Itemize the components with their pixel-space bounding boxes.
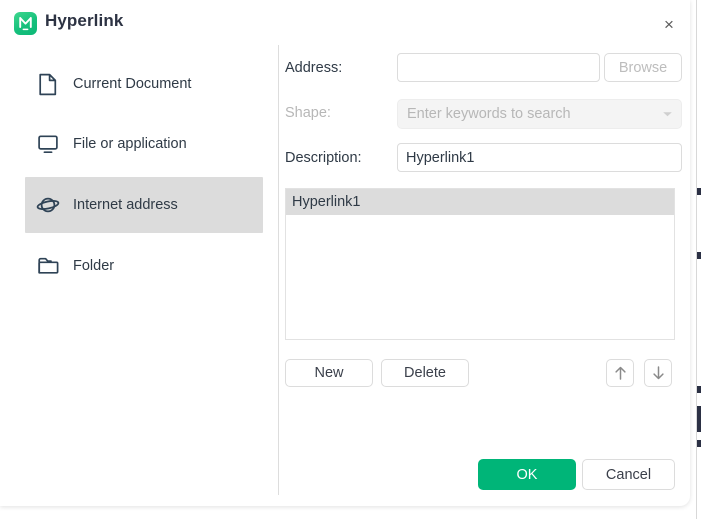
dialog-titlebar: Hyperlink × bbox=[0, 0, 690, 46]
sidebar-item-label: Folder bbox=[73, 258, 115, 274]
list-item-label: Hyperlink1 bbox=[292, 194, 361, 210]
description-label: Description: bbox=[285, 150, 362, 166]
shape-placeholder-text: Enter keywords to search bbox=[407, 106, 571, 122]
cancel-button[interactable]: Cancel bbox=[582, 459, 675, 490]
list-item[interactable]: Hyperlink1 bbox=[286, 189, 674, 215]
sidebar-item-file-or-application[interactable]: File or application bbox=[25, 116, 263, 172]
sidebar-item-internet-address[interactable]: Internet address bbox=[25, 177, 263, 233]
background-text-fragment bbox=[697, 252, 701, 259]
sidebar-item-folder[interactable]: Folder bbox=[25, 238, 263, 294]
sidebar-item-label: Current Document bbox=[73, 76, 192, 92]
sidebar-item-current-document[interactable]: Current Document bbox=[25, 56, 263, 112]
sidebar-item-label: Internet address bbox=[73, 197, 178, 213]
background-text-fragment bbox=[697, 440, 701, 447]
shape-label: Shape: bbox=[285, 105, 331, 121]
shape-combobox[interactable]: Enter keywords to search bbox=[397, 99, 682, 129]
delete-button[interactable]: Delete bbox=[381, 359, 469, 387]
monitor-icon bbox=[35, 133, 61, 155]
document-icon bbox=[35, 73, 61, 96]
move-down-button[interactable] bbox=[644, 359, 672, 387]
address-input[interactable] bbox=[397, 53, 600, 82]
folder-icon bbox=[35, 256, 61, 276]
move-up-button[interactable] bbox=[606, 359, 634, 387]
app-logo-icon bbox=[14, 12, 37, 35]
new-button[interactable]: New bbox=[285, 359, 373, 387]
sidebar-item-label: File or application bbox=[73, 136, 187, 152]
globe-icon bbox=[35, 194, 61, 216]
background-text-fragment bbox=[697, 406, 701, 432]
background-text-fragment bbox=[697, 386, 701, 393]
chevron-down-icon[interactable] bbox=[653, 100, 681, 128]
background-text-fragment bbox=[697, 188, 701, 195]
description-input[interactable] bbox=[397, 143, 682, 172]
sidebar: Current Document File or application Int… bbox=[0, 46, 278, 506]
close-icon[interactable]: × bbox=[655, 10, 683, 38]
address-label: Address: bbox=[285, 60, 343, 76]
page-title: Hyperlink bbox=[45, 11, 124, 30]
content-panel: Address: Browse Shape: Enter keywords to… bbox=[278, 46, 690, 506]
hyperlink-dialog: Hyperlink × Current Document File or app… bbox=[0, 0, 690, 506]
ok-button[interactable]: OK bbox=[478, 459, 576, 490]
browse-button[interactable]: Browse bbox=[604, 53, 682, 82]
hyperlink-list[interactable]: Hyperlink1 bbox=[285, 188, 675, 340]
